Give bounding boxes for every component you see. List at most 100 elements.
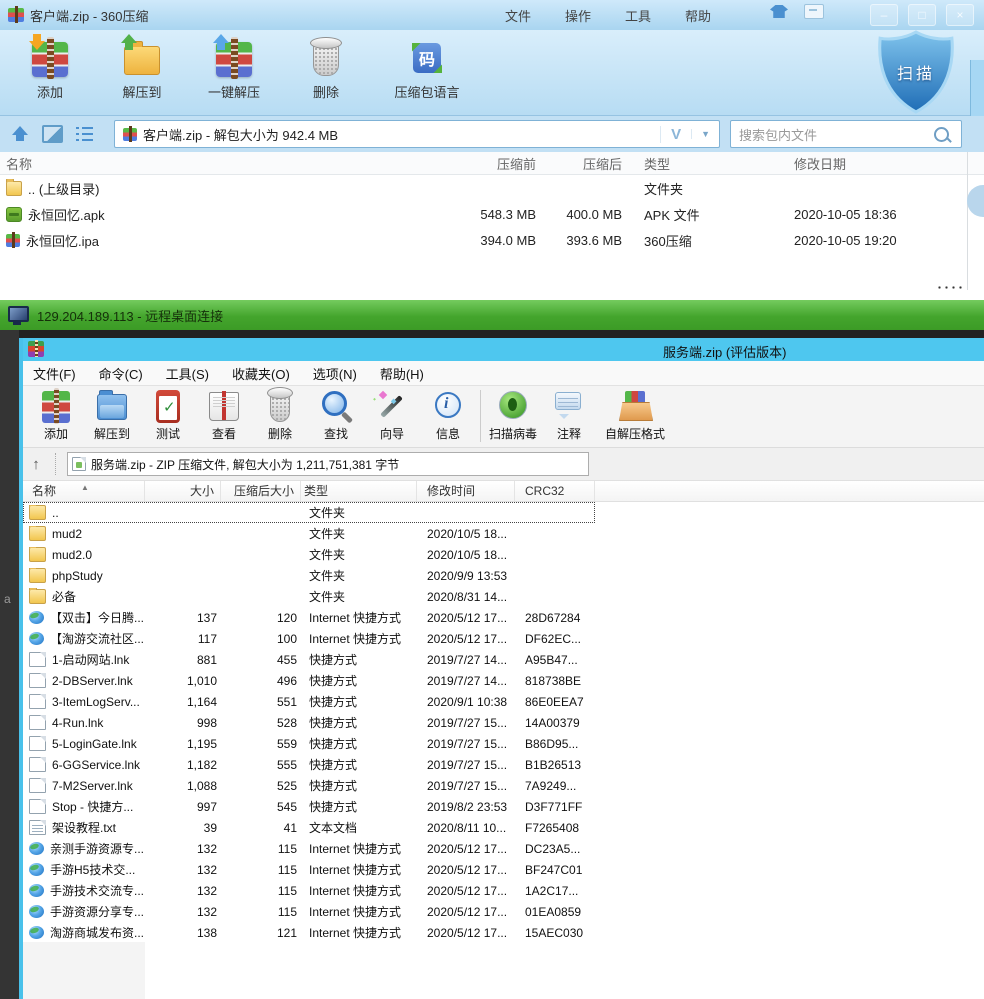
- col-date[interactable]: 修改日期: [780, 154, 966, 173]
- titlebar-extras: [770, 4, 824, 19]
- file-row[interactable]: .. (上级目录) 文件夹: [0, 175, 984, 201]
- file-row[interactable]: Stop - 快捷方... 997 545 快捷方式 2019/8/2 23:5…: [23, 796, 595, 817]
- col-size-after[interactable]: 压缩后: [546, 154, 632, 173]
- file-row[interactable]: 淘游商城发布资... 138 121 Internet 快捷方式 2020/5/…: [23, 922, 595, 943]
- menu-help[interactable]: 帮助(H): [380, 364, 424, 383]
- wizard-button[interactable]: 向导: [364, 386, 420, 442]
- file-row[interactable]: 手游资源分享专... 132 115 Internet 快捷方式 2020/5/…: [23, 901, 595, 922]
- comment-button[interactable]: 注释: [541, 386, 597, 442]
- menu-operate[interactable]: 操作: [565, 6, 591, 25]
- delete-button[interactable]: 删除: [252, 386, 308, 442]
- archive-language-button[interactable]: 码 压缩包语言: [372, 30, 482, 101]
- file-row[interactable]: 2-DBServer.lnk 1,010 496 快捷方式 2019/7/27 …: [23, 670, 595, 691]
- address-dropdown-arrow[interactable]: ▼: [691, 129, 719, 139]
- server-file-list: 名称▲ 大小 压缩后大小 类型 修改时间 CRC32 ..: [23, 481, 984, 999]
- col-type[interactable]: 类型: [632, 154, 780, 173]
- col-type[interactable]: 类型: [301, 481, 417, 501]
- menu-help[interactable]: 帮助: [685, 6, 711, 25]
- menu-favorites[interactable]: 收藏夹(O): [232, 364, 290, 383]
- bug-icon: [494, 388, 532, 424]
- pane-view-icon: [42, 125, 63, 143]
- server-rows: .. 文件夹 mud2 文件夹 2: [23, 502, 984, 943]
- col-size-before[interactable]: 压缩前: [468, 154, 546, 173]
- extract-to-button[interactable]: 解压到: [96, 30, 188, 101]
- col-modified[interactable]: 修改时间: [417, 481, 515, 501]
- close-button[interactable]: ×: [946, 4, 974, 26]
- file-row[interactable]: 手游技术交流专... 132 115 Internet 快捷方式 2020/5/…: [23, 880, 595, 901]
- folder-icon: [29, 547, 46, 562]
- file-name: 7-M2Server.lnk: [52, 779, 133, 793]
- list-divider: [967, 152, 968, 290]
- address-v-button[interactable]: V: [660, 126, 691, 143]
- menu-tools[interactable]: 工具(S): [166, 364, 209, 383]
- file-row[interactable]: 7-M2Server.lnk 1,088 525 快捷方式 2019/7/27 …: [23, 775, 595, 796]
- scan-shield-button[interactable]: 扫描: [876, 30, 956, 114]
- add-button[interactable]: 添加: [28, 386, 84, 442]
- add-archive-icon: [37, 388, 75, 424]
- find-button[interactable]: 查找: [308, 386, 364, 442]
- skin-icon[interactable]: [770, 5, 788, 18]
- menu-file[interactable]: 文件: [505, 6, 531, 25]
- window-title: 客户端.zip - 360压缩: [30, 6, 148, 25]
- file-row[interactable]: 【双击】今日腾... 137 120 Internet 快捷方式 2020/5/…: [23, 607, 595, 628]
- file-row[interactable]: 6-GGService.lnk 1,182 555 快捷方式 2019/7/27…: [23, 754, 595, 775]
- file-name: 3-ItemLogServ...: [52, 695, 140, 709]
- splitter-handle[interactable]: [936, 286, 964, 289]
- globe-icon: [29, 926, 44, 939]
- file-row[interactable]: 架设教程.txt 39 41 文本文档 2020/8/11 10... F726…: [23, 817, 595, 838]
- menu-commands[interactable]: 命令(C): [99, 364, 143, 383]
- rdp-title-bar[interactable]: 129.204.189.113 - 远程桌面连接: [0, 300, 984, 330]
- file-row[interactable]: 3-ItemLogServ... 1,164 551 快捷方式 2020/9/1…: [23, 691, 595, 712]
- sfx-button[interactable]: 自解压格式: [597, 386, 673, 442]
- col-crc32[interactable]: CRC32: [515, 481, 595, 501]
- extract-to-button[interactable]: 解压到: [84, 386, 140, 442]
- file-row[interactable]: 4-Run.lnk 998 528 快捷方式 2019/7/27 15... 1…: [23, 712, 595, 733]
- file-row[interactable]: 手游H5技术交... 132 115 Internet 快捷方式 2020/5/…: [23, 859, 595, 880]
- file-row[interactable]: .. 文件夹: [23, 502, 595, 523]
- up-button[interactable]: ↑: [23, 456, 49, 473]
- archive-language-icon: 码: [404, 34, 450, 80]
- search-input[interactable]: 搜索包内文件: [730, 120, 962, 148]
- apk-icon: [6, 207, 22, 222]
- delete-button[interactable]: 删除: [280, 30, 372, 101]
- file-row[interactable]: 1-启动网站.lnk 881 455 快捷方式 2019/7/27 14... …: [23, 649, 595, 670]
- view-list-button[interactable]: [72, 122, 96, 146]
- search-placeholder: 搜索包内文件: [739, 125, 817, 144]
- file-row[interactable]: mud2.0 文件夹 2020/10/5 18...: [23, 544, 595, 565]
- col-name[interactable]: 名称: [6, 154, 468, 173]
- file-row[interactable]: 必备 文件夹 2020/8/31 14...: [23, 586, 595, 607]
- search-icon[interactable]: [934, 127, 949, 142]
- toolbar-separator: [480, 390, 481, 442]
- address-input[interactable]: 客户端.zip - 解包大小为 942.4 MB V ▼: [114, 120, 720, 148]
- file-row[interactable]: phpStudy 文件夹 2020/9/9 13:53: [23, 565, 595, 586]
- menu-options[interactable]: 选项(N): [313, 364, 357, 383]
- minimize-button[interactable]: –: [870, 4, 898, 26]
- col-packed[interactable]: 压缩后大小: [221, 481, 301, 501]
- menu-file[interactable]: 文件(F): [33, 364, 76, 383]
- col-size[interactable]: 大小: [145, 481, 221, 501]
- file-row[interactable]: 5-LoginGate.lnk 1,195 559 快捷方式 2019/7/27…: [23, 733, 595, 754]
- test-button[interactable]: 测试: [140, 386, 196, 442]
- one-key-extract-button[interactable]: 一键解压: [188, 30, 280, 101]
- file-row[interactable]: 永恒回忆.ipa 394.0 MB 393.6 MB 360压缩 2020-10…: [0, 227, 984, 253]
- address-input[interactable]: 服务端.zip - ZIP 压缩文件, 解包大小为 1,211,751,381 …: [67, 452, 589, 476]
- info-button[interactable]: 信息: [420, 386, 476, 442]
- name-column-shade: [23, 942, 145, 999]
- up-button[interactable]: [8, 122, 32, 146]
- file-row[interactable]: 永恒回忆.apk 548.3 MB 400.0 MB APK 文件 2020-1…: [0, 201, 984, 227]
- file-row[interactable]: 亲测手游资源专... 132 115 Internet 快捷方式 2020/5/…: [23, 838, 595, 859]
- file-row[interactable]: 【淘游交流社区... 117 100 Internet 快捷方式 2020/5/…: [23, 628, 595, 649]
- add-button[interactable]: 添加: [4, 30, 96, 101]
- view-pane-button[interactable]: [40, 122, 64, 146]
- feedback-icon[interactable]: [804, 4, 824, 19]
- add-archive-icon: [27, 34, 73, 80]
- virus-scan-button[interactable]: 扫描病毒: [485, 386, 541, 442]
- menu-tools[interactable]: 工具: [625, 6, 651, 25]
- server-window: 服务端.zip (评估版本) 文件(F) 命令(C) 工具(S) 收藏夹(O) …: [19, 338, 984, 999]
- server-titlebar[interactable]: 服务端.zip (评估版本): [23, 338, 984, 361]
- col-name[interactable]: 名称▲: [29, 481, 145, 501]
- maximize-button[interactable]: □: [908, 4, 936, 26]
- view-button[interactable]: 查看: [196, 386, 252, 442]
- file-row[interactable]: mud2 文件夹 2020/10/5 18...: [23, 523, 595, 544]
- list-view-icon: [76, 127, 93, 141]
